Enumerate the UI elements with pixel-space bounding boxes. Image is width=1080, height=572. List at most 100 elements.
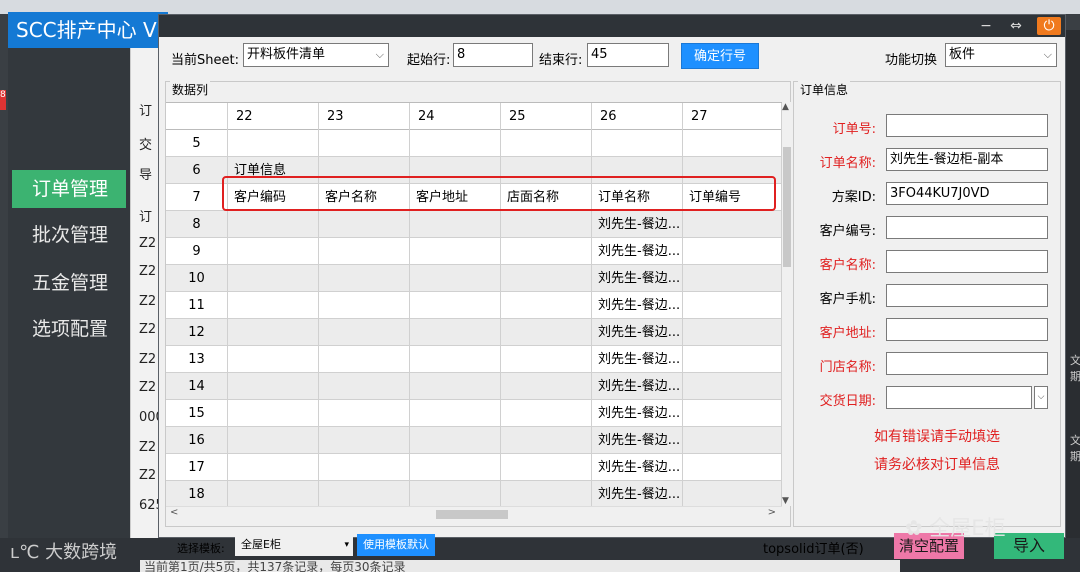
grid-cell[interactable]: 刘先生-餐边... — [592, 238, 683, 265]
table-row[interactable]: 12 刘先生-餐边... — [166, 319, 782, 346]
vertical-scrollbar[interactable]: ▲ ▼ — [782, 102, 792, 506]
grid-cell[interactable] — [319, 130, 410, 157]
order-field-input[interactable] — [886, 216, 1048, 239]
grid-cell[interactable]: 刘先生-餐边... — [592, 454, 683, 481]
grid-cell[interactable]: 刘先生-餐边... — [592, 319, 683, 346]
grid-cell[interactable] — [410, 427, 501, 454]
scroll-down-icon[interactable]: ▼ — [782, 496, 789, 506]
sidebar-item-batch-management[interactable]: 批次管理 — [12, 216, 126, 254]
close-button[interactable]: ⏻ — [1037, 17, 1061, 35]
grid-cell[interactable] — [683, 427, 782, 454]
grid-cell[interactable] — [501, 427, 592, 454]
grid-cell[interactable]: 订单编号 — [683, 184, 782, 211]
grid-cell[interactable] — [228, 454, 319, 481]
table-row[interactable]: 7 客户编码 客户名称 客户地址 店面名称 订单名称 订单编号 — [166, 184, 782, 211]
grid-cell[interactable] — [410, 373, 501, 400]
table-row[interactable]: 5 — [166, 130, 782, 157]
grid-cell[interactable] — [228, 292, 319, 319]
grid-cell[interactable] — [501, 481, 592, 508]
scroll-up-icon[interactable]: ▲ — [782, 102, 789, 112]
horizontal-scrollbar[interactable]: < > — [166, 506, 782, 520]
table-row[interactable]: 10 刘先生-餐边... — [166, 265, 782, 292]
grid-cell[interactable] — [228, 238, 319, 265]
grid-cell[interactable] — [592, 130, 683, 157]
sidebar-item-option-config[interactable]: 选项配置 — [12, 310, 126, 348]
grid-cell[interactable] — [319, 211, 410, 238]
column-header[interactable]: 25 — [501, 103, 592, 130]
order-field-input[interactable]: 刘先生-餐边柜-副本 — [886, 148, 1048, 171]
minimize-button[interactable]: − — [975, 17, 997, 35]
sidebar-item-order-management[interactable]: 订单管理 — [12, 170, 126, 208]
grid-cell[interactable] — [410, 238, 501, 265]
grid-cell[interactable] — [410, 319, 501, 346]
grid-cell[interactable] — [319, 157, 410, 184]
end-row-input[interactable]: 45 — [587, 43, 669, 67]
order-field-input[interactable]: 3FO44KU7J0VD — [886, 182, 1048, 205]
column-header[interactable]: 24 — [410, 103, 501, 130]
grid-cell[interactable] — [228, 211, 319, 238]
grid-cell[interactable] — [228, 427, 319, 454]
start-row-input[interactable]: 8 — [453, 43, 533, 67]
sidebar-item-hardware-management[interactable]: 五金管理 — [12, 264, 126, 302]
grid-cell[interactable]: 刘先生-餐边... — [592, 211, 683, 238]
order-field-input[interactable] — [886, 352, 1048, 375]
grid-cell[interactable]: 订单名称 — [592, 184, 683, 211]
grid-cell[interactable]: 刘先生-餐边... — [592, 265, 683, 292]
order-field-input[interactable] — [886, 250, 1048, 273]
table-row[interactable]: 16 刘先生-餐边... — [166, 427, 782, 454]
grid-cell[interactable] — [319, 481, 410, 508]
order-field-input[interactable] — [886, 284, 1048, 307]
table-row[interactable]: 9 刘先生-餐边... — [166, 238, 782, 265]
grid-cell[interactable] — [501, 319, 592, 346]
grid-cell[interactable] — [501, 346, 592, 373]
confirm-rows-button[interactable]: 确定行号 — [681, 43, 759, 69]
grid-cell[interactable] — [501, 238, 592, 265]
grid-cell[interactable] — [410, 157, 501, 184]
grid-cell[interactable] — [683, 238, 782, 265]
grid-cell[interactable] — [228, 319, 319, 346]
grid-cell[interactable] — [683, 373, 782, 400]
column-header[interactable]: 27 — [683, 103, 782, 130]
grid-cell[interactable] — [501, 211, 592, 238]
grid-cell[interactable] — [228, 346, 319, 373]
grid-cell[interactable]: 刘先生-餐边... — [592, 373, 683, 400]
column-header[interactable]: 26 — [592, 103, 683, 130]
grid-cell[interactable] — [501, 400, 592, 427]
grid-cell[interactable] — [319, 265, 410, 292]
grid-cell[interactable]: 店面名称 — [501, 184, 592, 211]
grid-cell[interactable] — [319, 319, 410, 346]
table-row[interactable]: 14 刘先生-餐边... — [166, 373, 782, 400]
grid-cell[interactable] — [410, 346, 501, 373]
grid-cell[interactable] — [683, 481, 782, 508]
grid-cell[interactable]: 订单信息 — [228, 157, 319, 184]
table-row[interactable]: 8 刘先生-餐边... — [166, 211, 782, 238]
table-row[interactable]: 17 刘先生-餐边... — [166, 454, 782, 481]
date-picker-chevron-icon[interactable]: ⌵ — [1034, 386, 1048, 409]
grid-cell[interactable]: 刘先生-餐边... — [592, 292, 683, 319]
column-header[interactable]: 23 — [319, 103, 410, 130]
grid-cell[interactable] — [501, 292, 592, 319]
table-row[interactable]: 15 刘先生-餐边... — [166, 400, 782, 427]
grid-cell[interactable] — [683, 265, 782, 292]
order-field-input[interactable] — [886, 114, 1048, 137]
grid-cell[interactable] — [683, 319, 782, 346]
use-template-default-button[interactable]: 使用模板默认 — [357, 534, 435, 556]
grid-cell[interactable] — [683, 292, 782, 319]
table-row[interactable]: 6 订单信息 — [166, 157, 782, 184]
column-header[interactable]: 22 — [228, 103, 319, 130]
grid-cell[interactable] — [410, 292, 501, 319]
grid-cell[interactable] — [228, 130, 319, 157]
vertical-scroll-thumb[interactable] — [783, 147, 791, 267]
topsolid-order-toggle[interactable]: topsolid订单(否) — [763, 538, 864, 557]
grid-cell[interactable] — [319, 238, 410, 265]
restore-button[interactable]: ⇔ — [1005, 17, 1027, 35]
grid-cell[interactable] — [319, 292, 410, 319]
grid-cell[interactable] — [228, 400, 319, 427]
grid-cell[interactable] — [228, 265, 319, 292]
grid-cell[interactable]: 刘先生-餐边... — [592, 400, 683, 427]
table-row[interactable]: 18 刘先生-餐边... — [166, 481, 782, 508]
grid-cell[interactable] — [410, 481, 501, 508]
grid-cell[interactable] — [501, 454, 592, 481]
grid-cell[interactable] — [683, 454, 782, 481]
table-row[interactable]: 11 刘先生-餐边... — [166, 292, 782, 319]
